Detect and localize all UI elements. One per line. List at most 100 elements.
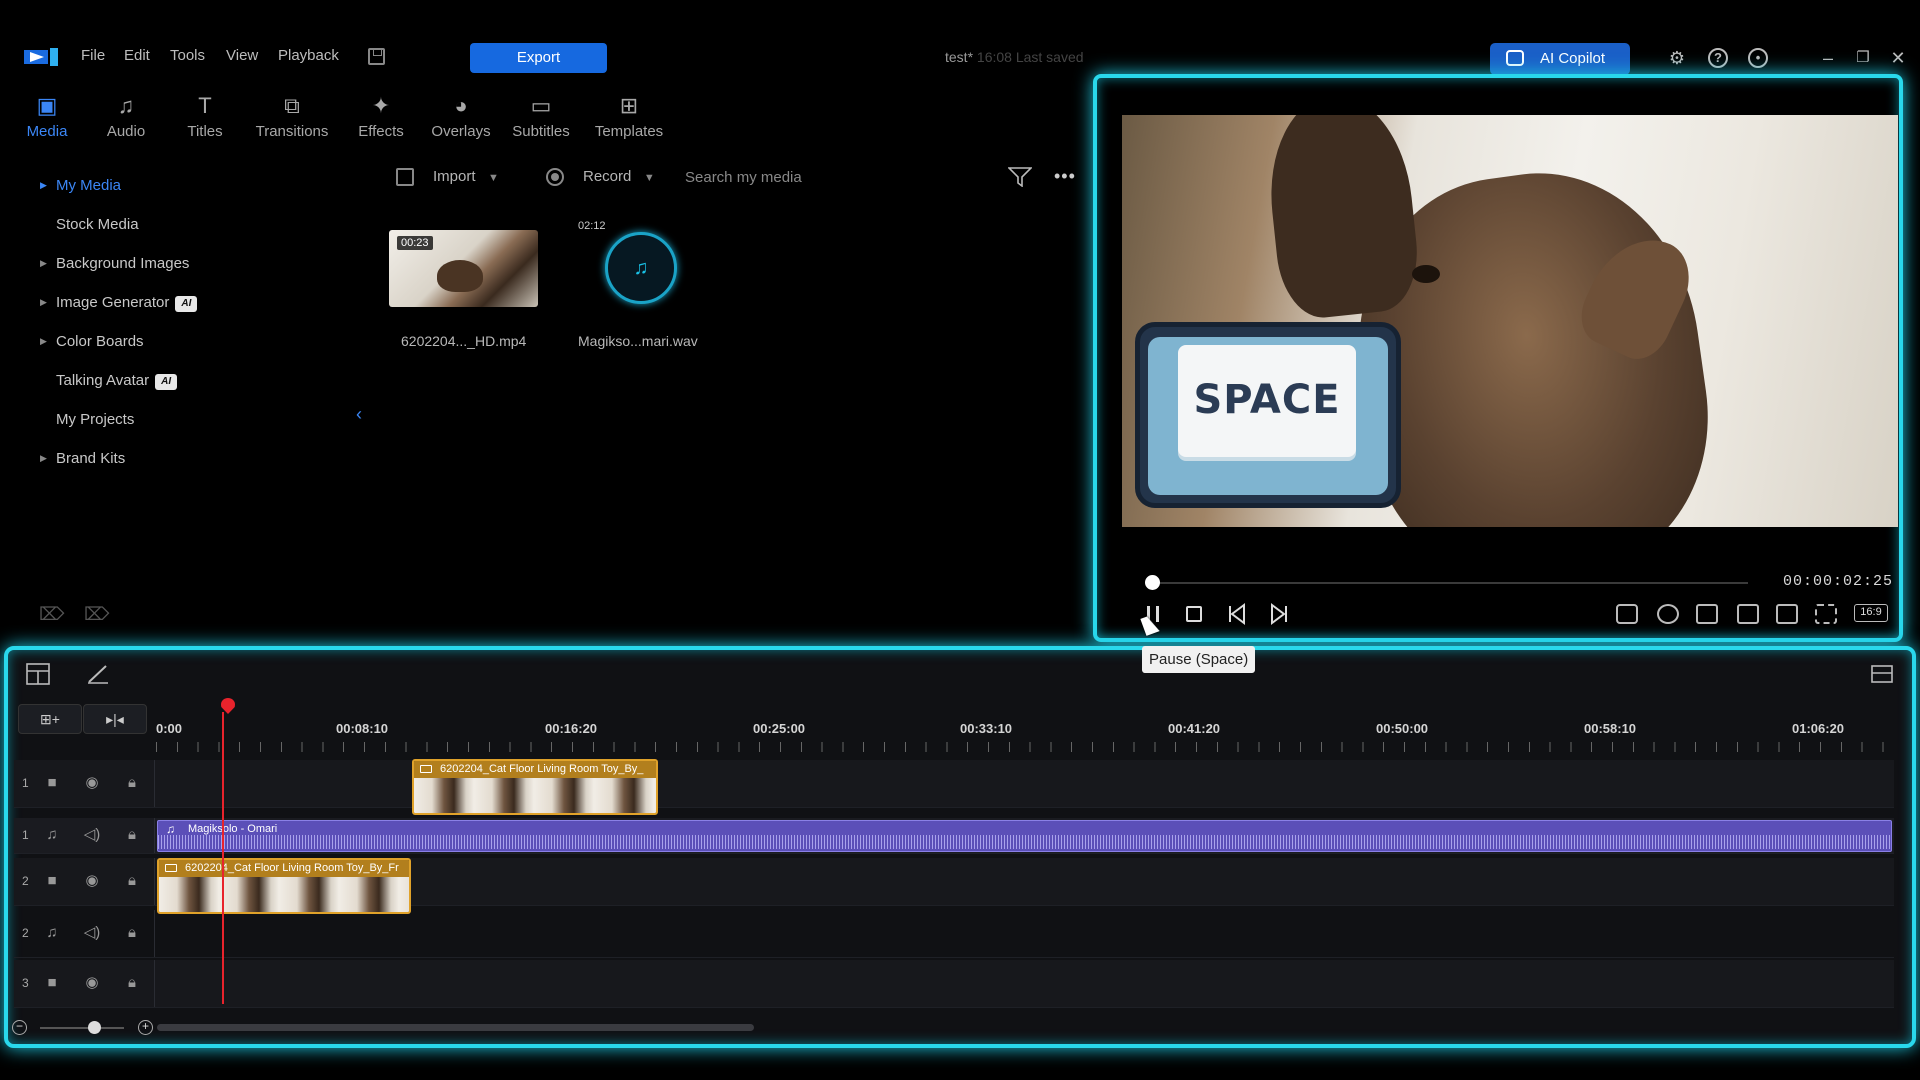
account-icon[interactable]: • [1748,48,1768,68]
visibility-eye-icon[interactable]: ◉ [82,974,102,992]
restore-icon[interactable]: ❐ [1853,48,1873,68]
scrubber-thumb[interactable] [1145,575,1160,590]
aspect-ratio-button[interactable]: 16:9 [1854,604,1888,622]
edit-tag-icon[interactable]: ⌦ [84,604,109,624]
ai-copilot-button[interactable]: AI Copilot [1490,43,1630,75]
library-item-label: My Projects [56,411,135,428]
video-clip[interactable]: 6202204_Cat Floor Living Room Toy_By_ [412,759,658,815]
expand-arrow-icon: ▶ [40,336,47,346]
minimize-icon[interactable]: – [1818,48,1838,68]
tab-overlays-label: Overlays [431,123,491,140]
close-icon[interactable]: ✕ [1888,48,1908,68]
expand-arrow-icon: ▶ [40,258,47,268]
speaker-icon[interactable]: ◁) [82,826,102,844]
zoom-in-icon[interactable]: + [138,1020,153,1035]
media-item-video-thumbnail[interactable]: 00:23 [389,230,538,307]
tab-effects[interactable]: ✦ Effects [342,94,420,144]
media-item-name[interactable]: Magikso...mari.wav [578,333,698,349]
library-image-generator[interactable]: ▶ Image Generator AI [40,294,198,312]
speaker-icon[interactable]: ◁) [82,924,102,942]
library-talking-avatar[interactable]: Talking Avatar AI [40,372,178,390]
library-my-projects[interactable]: My Projects [40,411,134,428]
zoom-out-icon[interactable]: − [12,1020,27,1035]
collapse-panel-chevron-icon[interactable]: ‹ [356,404,362,425]
library-brand-kits[interactable]: ▶ Brand Kits [40,450,125,467]
pause-tooltip: Pause (Space) [1142,646,1256,673]
fullscreen-icon[interactable] [1815,604,1837,624]
clip-title: 6202204_Cat Floor Living Room Toy_By_ [414,761,656,778]
tab-audio[interactable]: ♫ Audio [87,94,165,144]
library-color-boards[interactable]: ▶ Color Boards [40,333,144,350]
previous-frame-icon[interactable] [1226,602,1250,626]
preview-scrubber[interactable] [1152,582,1748,584]
ruler-label: 00:58:10 [1584,721,1637,736]
snapshot-camera-icon[interactable] [1616,604,1638,624]
cat-eye-image [1412,265,1440,283]
record-icon[interactable] [546,168,564,186]
display-layout-icon[interactable] [1776,604,1798,624]
ruler-ticks [156,742,1891,752]
tab-overlays[interactable]: ◕ Overlays [422,94,500,144]
search-media-input[interactable] [685,164,965,190]
filter-icon[interactable] [1008,167,1032,187]
lock-icon[interactable]: 🔒︎ [122,924,142,942]
visibility-eye-icon[interactable]: ◉ [82,774,102,792]
import-icon[interactable] [396,168,414,186]
lock-icon[interactable]: 🔒︎ [122,826,142,844]
record-button[interactable]: Record ▼ [583,168,655,185]
library-stock-media[interactable]: Stock Media [40,216,139,233]
ai-badge: AI [155,374,178,390]
library-background-images[interactable]: ▶ Background Images [40,255,189,272]
music-note-icon: ♫ [117,93,135,118]
audio-clip[interactable]: ♫ Magiksolo - Omari [157,820,1892,852]
preview-quality-icon[interactable] [1657,604,1679,624]
lock-icon[interactable]: 🔒︎ [122,974,142,992]
subtitles-toggle-icon[interactable] [1696,604,1718,624]
fit-timeline-button[interactable]: ▸|◂ [83,704,147,734]
menu-edit[interactable]: Edit [124,47,150,64]
next-frame-icon[interactable] [1266,602,1290,626]
export-button[interactable]: Export [470,43,607,73]
save-icon[interactable] [368,48,385,65]
add-track-button[interactable]: ⊞+ [18,704,82,734]
space-key-label: SPACE [1193,377,1341,423]
lock-icon[interactable]: 🔒︎ [122,872,142,890]
tab-subtitles[interactable]: ▭ Subtitles [502,94,580,144]
add-tag-icon[interactable]: ⌦ [39,604,64,624]
edit-pen-icon[interactable] [86,663,110,685]
settings-gear-icon[interactable]: ⚙ [1667,48,1687,68]
timeline-tools-icon[interactable] [26,663,50,685]
media-item-audio-thumbnail[interactable]: ♫ [605,232,677,304]
lock-icon[interactable]: 🔒︎ [122,774,142,792]
playhead-line[interactable] [222,712,224,1004]
import-button[interactable]: Import ▼ [433,168,499,185]
tab-media[interactable]: ▣ Media [8,94,86,144]
tab-transitions[interactable]: ⧉ Transitions [253,94,331,144]
menu-view[interactable]: View [226,47,258,64]
menu-file[interactable]: File [81,47,105,64]
timeline-zoom-slider[interactable] [40,1027,124,1029]
tab-templates-label: Templates [594,123,664,140]
video-clip[interactable]: 6202204_Cat Floor Living Room Toy_By_Fr [157,858,411,914]
document-title: test* 16:08 Last saved [945,49,1084,65]
zoom-slider-thumb[interactable] [88,1021,101,1034]
expand-arrow-icon: ▶ [40,453,47,463]
tab-audio-label: Audio [106,123,146,140]
zoom-fit-icon[interactable] [1737,604,1759,624]
more-options-icon[interactable]: ••• [1054,166,1076,187]
visibility-eye-icon[interactable]: ◉ [82,872,102,890]
track-manager-icon[interactable] [1870,663,1894,685]
library-my-media[interactable]: ▶ My Media [40,177,121,194]
ruler-label: 00:16:20 [545,721,598,736]
media-item-name[interactable]: 6202204..._HD.mp4 [401,333,526,349]
tab-templates[interactable]: ⊞ Templates [590,94,668,144]
menu-tools[interactable]: Tools [170,47,205,64]
menu-playback[interactable]: Playback [278,47,339,64]
timeline-horizontal-scrollbar[interactable] [157,1024,754,1031]
tab-titles[interactable]: T Titles [166,94,244,144]
help-icon[interactable]: ? [1708,48,1728,68]
ruler-label: 00:08:10 [336,721,389,736]
stop-button[interactable] [1182,602,1206,626]
record-label: Record [583,168,632,185]
timeline-ruler[interactable]: 0:00 00:08:10 00:16:20 00:25:00 00:33:10… [156,708,1891,758]
